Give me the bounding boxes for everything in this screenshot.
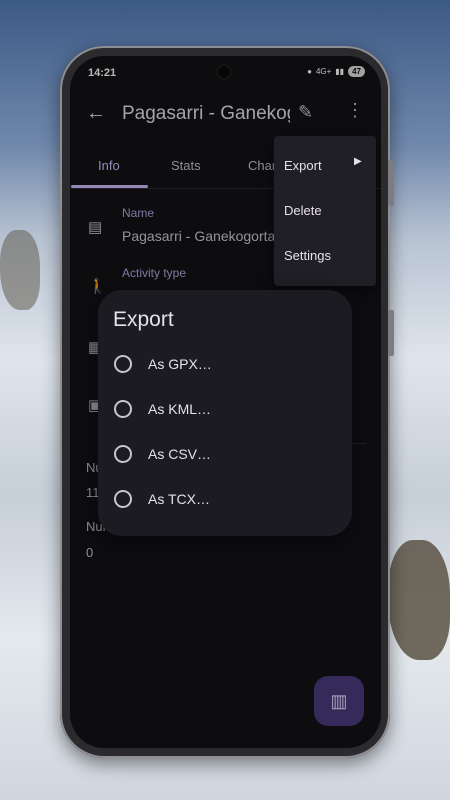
option-label: As CSV… (148, 446, 212, 462)
export-option-csv[interactable]: As CSV… (114, 442, 211, 466)
app-screen: 14:21 ● 4G+ ▮▮ 47 ← Pagasarri - Ganekogo… (70, 56, 381, 748)
wallpaper-rock (0, 230, 40, 310)
export-dialog: Export As GPX… As KML… As CSV… As TCX… (98, 290, 352, 536)
radio-button[interactable] (114, 355, 132, 373)
wallpaper-rock (388, 540, 450, 660)
radio-button[interactable] (114, 490, 132, 508)
option-label: As TCX… (148, 491, 210, 507)
export-option-tcx[interactable]: As TCX… (114, 487, 210, 511)
submenu-arrow-icon: ▶ (354, 156, 362, 167)
dialog-title: Export (113, 308, 174, 331)
export-option-gpx[interactable]: As GPX… (114, 352, 212, 376)
menu-item-delete[interactable]: Delete (284, 203, 322, 218)
overflow-menu: Export ▶ Delete Settings (274, 136, 376, 286)
radio-button[interactable] (114, 445, 132, 463)
menu-item-settings[interactable]: Settings (284, 248, 331, 263)
option-label: As KML… (148, 401, 212, 417)
menu-item-export[interactable]: Export (284, 158, 322, 173)
power-button (388, 310, 394, 356)
radio-button[interactable] (114, 400, 132, 418)
export-option-kml[interactable]: As KML… (114, 397, 211, 421)
option-label: As GPX… (148, 356, 212, 372)
volume-button (388, 160, 394, 206)
